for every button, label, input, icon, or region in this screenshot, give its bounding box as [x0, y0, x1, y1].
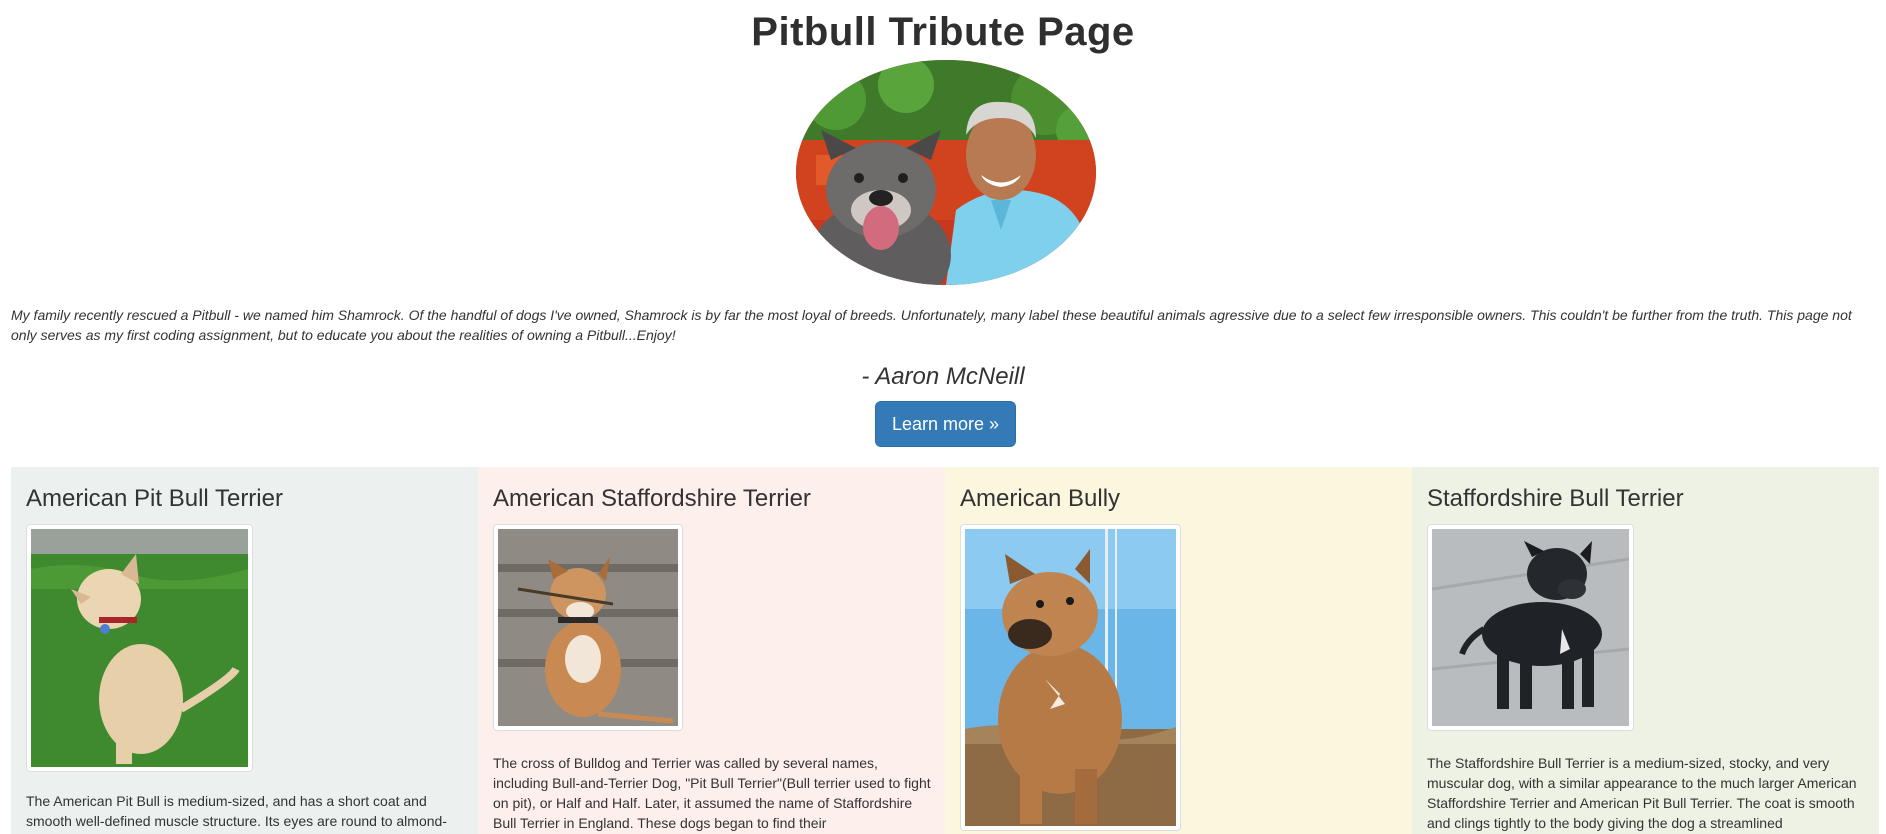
breed-title: American Pit Bull Terrier [26, 485, 283, 512]
breed-photo [1427, 524, 1634, 731]
tribute-page: Pitbull Tribute Page My family recently … [0, 0, 1886, 834]
breed-photo [26, 524, 253, 772]
breed-card-american-staffordshire-terrier: American Staffordshire Terrier The cross… [478, 467, 945, 834]
hero-photo [796, 60, 1096, 285]
breed-list: American Pit Bull Terrier The American P… [11, 467, 1879, 834]
intro-paragraph: My family recently rescued a Pitbull - w… [11, 307, 1852, 343]
breed-title: Staffordshire Bull Terrier [1427, 485, 1684, 512]
breed-card-american-bully: American Bully [945, 467, 1412, 834]
breed-description: The American Pit Bull is medium-sized, a… [26, 793, 447, 829]
breed-description: The Staffordshire Bull Terrier is a medi… [1427, 755, 1857, 831]
breed-title: American Staffordshire Terrier [493, 485, 811, 512]
author-signature: - Aaron McNeill [861, 363, 1025, 390]
breed-description: The cross of Bulldog and Terrier was cal… [493, 755, 931, 831]
breed-photo [493, 524, 683, 731]
breed-title: American Bully [960, 485, 1121, 512]
breed-photo [960, 524, 1181, 831]
breed-card-american-pit-bull-terrier: American Pit Bull Terrier The American P… [11, 467, 478, 834]
breed-card-staffordshire-bull-terrier: Staffordshire Bull Terrier The Staffords… [1412, 467, 1879, 834]
learn-more-button[interactable]: Learn more » [875, 401, 1016, 447]
page-title: Pitbull Tribute Page [751, 10, 1135, 54]
